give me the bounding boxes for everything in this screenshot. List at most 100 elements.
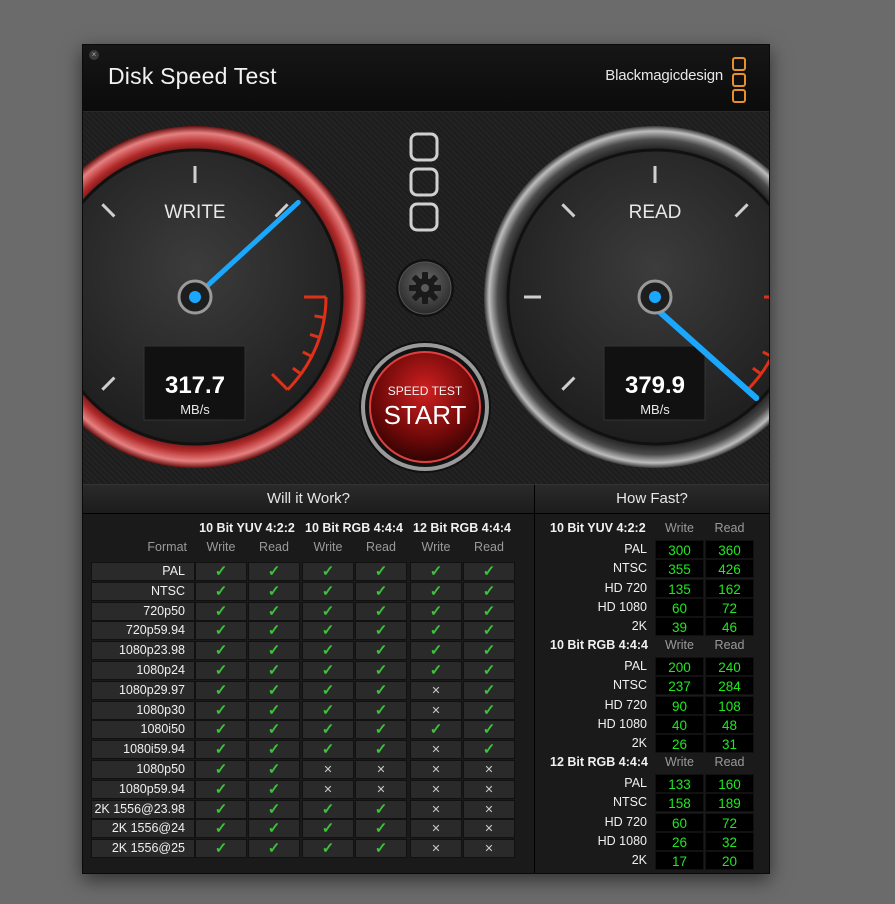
sub-header: Write	[313, 540, 343, 554]
how-fast-write-value: 158	[655, 793, 704, 813]
check-icon: ✓	[195, 661, 247, 680]
cross-icon: ✕	[463, 779, 515, 799]
check-icon: ✓	[195, 601, 247, 621]
check-icon: ✓	[355, 661, 407, 680]
check-icon: ✓	[302, 661, 354, 680]
how-fast-write-value: 17	[655, 851, 704, 871]
write-speed-unit: MB/s	[180, 402, 210, 417]
title-bar: × Disk Speed Test Blackmagicdesign	[83, 45, 769, 112]
check-icon: ✓	[248, 839, 300, 859]
format-label: 1080p24	[136, 663, 185, 677]
cross-icon: ✕	[463, 839, 515, 859]
check-icon: ✓	[195, 799, 247, 819]
sub-header: Read	[259, 540, 289, 554]
how-fast-read-value: 31	[705, 734, 754, 754]
cross-icon: ✕	[410, 740, 462, 760]
check-icon: ✓	[195, 641, 247, 661]
check-icon: ✓	[248, 680, 300, 700]
check-icon: ✓	[463, 720, 515, 740]
format-header: Format	[147, 540, 187, 554]
check-icon: ✓	[302, 562, 354, 581]
sub-header: Write	[206, 540, 236, 554]
check-icon: ✓	[248, 720, 300, 740]
check-icon: ✓	[355, 621, 407, 641]
how-fast-write-value: 26	[655, 831, 704, 851]
check-icon: ✓	[302, 680, 354, 700]
settings-button[interactable]	[396, 259, 454, 317]
check-icon: ✓	[302, 740, 354, 760]
format-label: 1080p30	[136, 702, 185, 717]
how-fast-sub-header: Read	[714, 521, 745, 535]
check-icon: ✓	[410, 641, 462, 661]
read-gauge-label: READ	[629, 202, 682, 223]
format-label: PAL	[162, 564, 185, 578]
check-icon: ✓	[410, 601, 462, 621]
how-fast-format: PAL	[624, 659, 647, 673]
how-fast-write-value: 40	[655, 714, 704, 734]
how-fast-sub-header: Write	[665, 755, 694, 769]
how-fast-write-value: 26	[655, 734, 704, 754]
check-icon: ✓	[463, 700, 515, 720]
how-fast-format: 2K	[631, 853, 647, 868]
start-button[interactable]: SPEED TEST START	[359, 341, 491, 473]
check-icon: ✓	[302, 819, 354, 839]
check-icon: ✓	[248, 621, 300, 641]
check-icon: ✓	[410, 621, 462, 641]
check-icon: ✓	[463, 621, 515, 641]
close-button[interactable]: ×	[89, 50, 99, 60]
results-header-bar: Will it Work? How Fast?	[83, 485, 769, 514]
write-speed-value: 317.7	[165, 372, 225, 399]
how-fast-read-value: 72	[705, 812, 754, 832]
read-speed-value: 379.9	[625, 372, 685, 399]
sub-header: Write	[421, 540, 451, 554]
check-icon: ✓	[302, 799, 354, 819]
cross-icon: ✕	[463, 760, 515, 779]
cross-icon: ✕	[302, 779, 354, 799]
brand-name: Blackmagicdesign	[605, 67, 723, 84]
how-fast-format: PAL	[624, 776, 647, 790]
format-label: 1080p50	[136, 762, 185, 776]
how-fast-write-value: 300	[655, 540, 704, 559]
check-icon: ✓	[410, 720, 462, 740]
check-icon: ✓	[195, 621, 247, 641]
how-fast-read-value: 162	[705, 578, 754, 598]
check-icon: ✓	[248, 700, 300, 720]
how-fast-read-value: 189	[705, 793, 754, 813]
cross-icon: ✕	[410, 839, 462, 859]
write-gauge: WRITE 317.7 MB/s	[83, 126, 366, 468]
how-fast-write-value: 90	[655, 695, 704, 715]
how-fast-group-title: 12 Bit RGB 4:4:4	[550, 755, 648, 769]
check-icon: ✓	[248, 661, 300, 680]
gauges-svg: WRITE 317.7 MB/s READ 379.9 MB/s SPEED T…	[83, 126, 769, 473]
check-icon: ✓	[355, 819, 407, 839]
check-icon: ✓	[355, 799, 407, 819]
cross-icon: ✕	[463, 799, 515, 819]
cross-icon: ✕	[410, 700, 462, 720]
check-icon: ✓	[248, 641, 300, 661]
group-header: 12 Bit RGB 4:4:4	[413, 521, 511, 535]
check-icon: ✓	[195, 819, 247, 839]
how-fast-read-value: 20	[705, 851, 754, 871]
check-icon: ✓	[463, 562, 515, 581]
how-fast-read-value: 46	[705, 617, 754, 637]
read-speed-unit: MB/s	[640, 402, 670, 417]
format-label: 1080p59.94	[118, 781, 185, 796]
sub-header: Read	[366, 540, 396, 554]
how-fast-read-value: 284	[705, 676, 754, 696]
check-icon: ✓	[355, 562, 407, 581]
check-icon: ✓	[355, 740, 407, 760]
format-label: 1080p29.97	[118, 682, 185, 697]
format-label: 720p50	[143, 603, 185, 618]
check-icon: ✓	[355, 700, 407, 720]
format-label: 1080p23.98	[118, 643, 185, 658]
check-icon: ✓	[355, 581, 407, 601]
read-gauge: READ 379.9 MB/s	[484, 126, 769, 468]
check-icon: ✓	[195, 680, 247, 700]
group-header: 10 Bit YUV 4:2:2	[199, 521, 295, 535]
how-fast-write-value: 39	[655, 617, 704, 637]
start-button-caption: SPEED TEST	[388, 384, 463, 398]
check-icon: ✓	[195, 839, 247, 859]
check-icon: ✓	[248, 779, 300, 799]
cross-icon: ✕	[355, 760, 407, 779]
how-fast-format: HD 1080	[597, 599, 647, 614]
